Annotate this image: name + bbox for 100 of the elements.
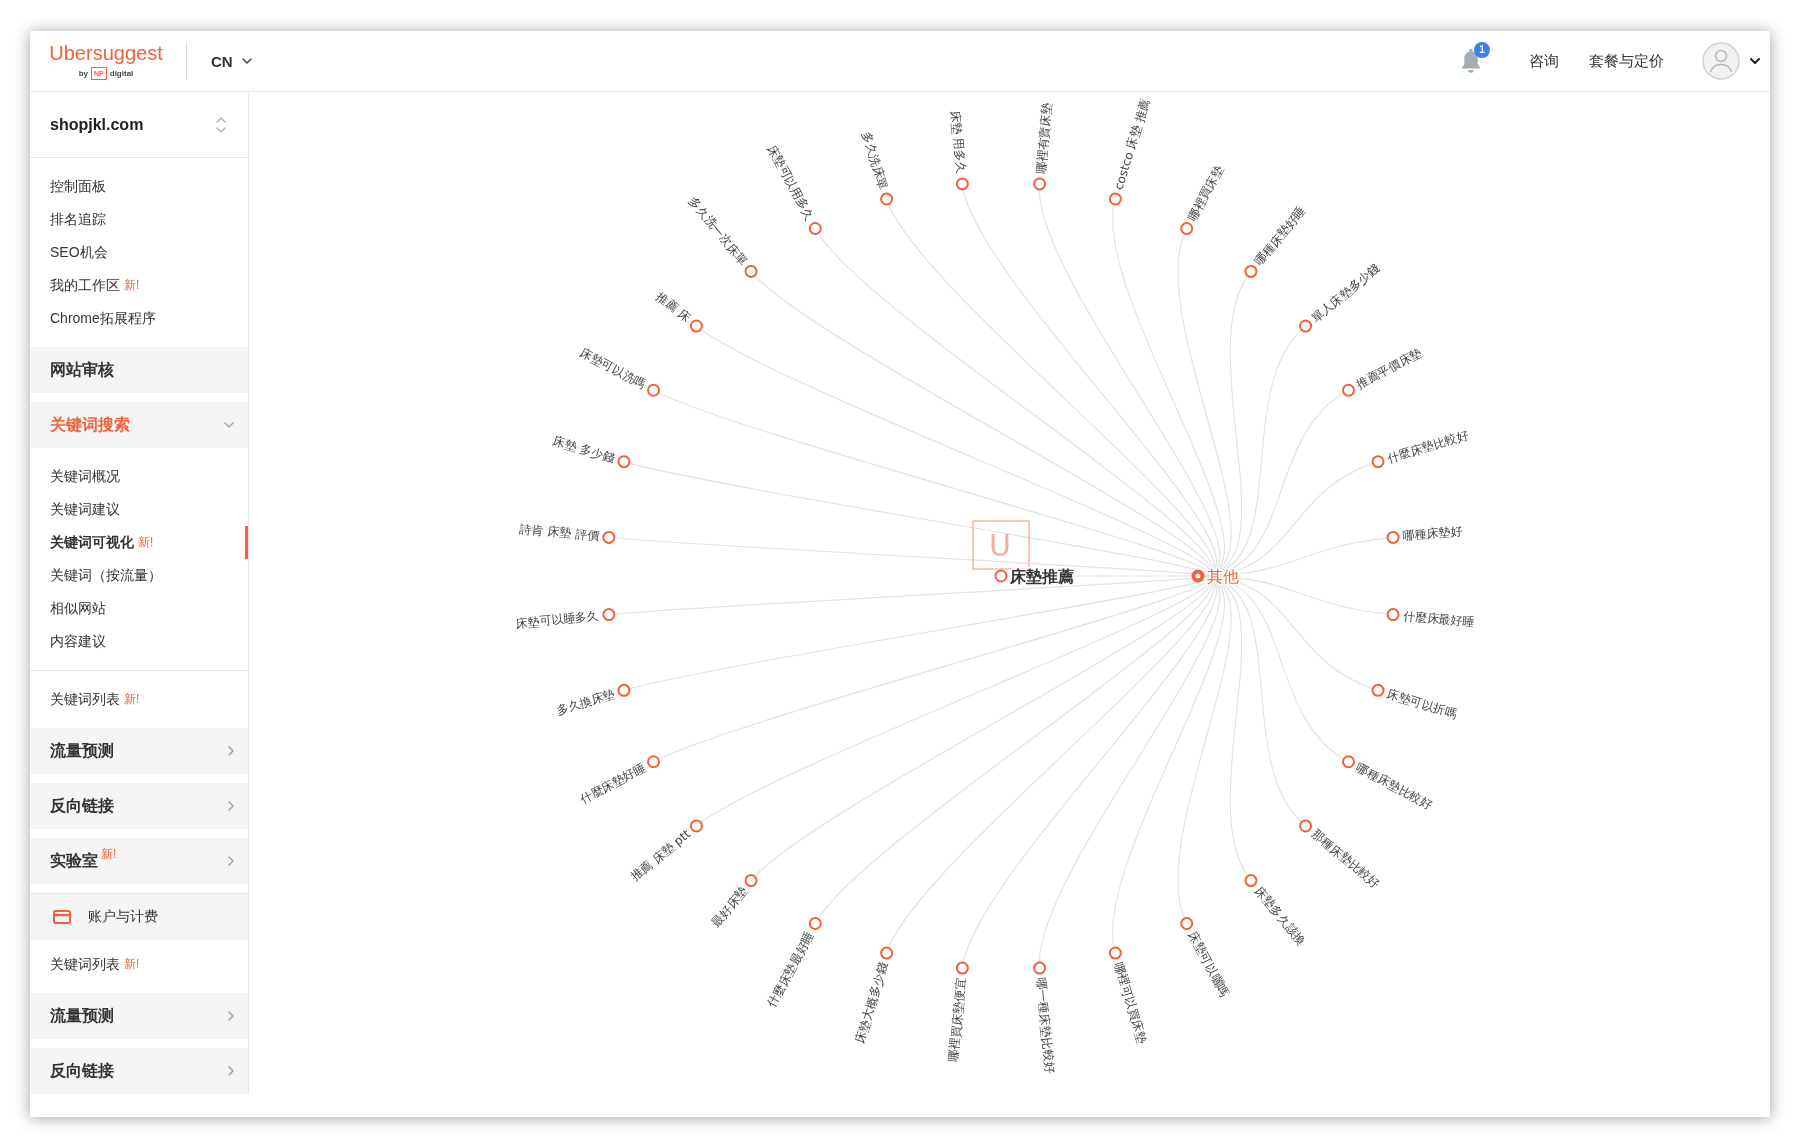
node-ring-icon — [994, 569, 1008, 583]
node-ring-icon — [1342, 383, 1355, 397]
node-ring-icon — [1108, 946, 1122, 960]
keyword-label: 哪種床墊比較好 — [1354, 760, 1435, 813]
chevron-right-icon — [228, 746, 234, 756]
new-label: 新! — [124, 956, 140, 973]
sidebar-item[interactable]: 关键词可视化 新! — [30, 526, 248, 559]
chevron-right-icon — [228, 856, 234, 866]
node-ring-icon — [1180, 222, 1194, 235]
sidebar-item[interactable]: 排名追踪 — [30, 203, 248, 236]
node-ring-icon — [880, 946, 894, 960]
project-selector[interactable]: shopjkl.com — [30, 92, 248, 158]
node-ring-icon — [1386, 530, 1400, 544]
chevron-right-icon — [228, 1066, 234, 1076]
node-ring-icon — [808, 222, 822, 235]
new-label: 新! — [124, 691, 140, 708]
keyword-label: 哪種床墊好睡 — [1251, 203, 1309, 269]
node-ring-icon — [808, 917, 822, 930]
node-ring-icon — [1371, 455, 1385, 469]
keyword-label: 推薦 床墊 ptt — [628, 826, 694, 884]
logo-byline-text: digital — [109, 68, 134, 79]
sidebar-item[interactable]: 关键词概况 — [30, 460, 248, 493]
keyword-label: 多久洗床單 — [859, 129, 891, 192]
keyword-label: 多久換床墊 — [554, 686, 617, 718]
keyword-label: 什麼床墊最好睡 — [764, 929, 817, 1010]
sidebar-item[interactable]: 关键词列表 新! — [30, 948, 248, 981]
sidebar-item[interactable]: 关键词建议 — [30, 493, 248, 526]
keyword-label: 哪種床墊好 — [1402, 523, 1464, 544]
keyword-label: 詩肯 床墊 評價 — [519, 521, 600, 544]
keyword-label: 單人床墊多少錢 — [1308, 261, 1383, 326]
keyword-label: 哪裡有賣床墊 — [1033, 101, 1055, 175]
keyword-label: 床墊可以睡多久 — [514, 608, 600, 631]
node-ring-icon — [955, 961, 969, 975]
node-ring-icon — [1371, 683, 1385, 697]
sidebar-item[interactable]: 控制面板 — [30, 170, 248, 203]
keyword-label: 床墊可以洗嗎 — [577, 345, 648, 392]
keyword-label: 床墊可以用多久 — [764, 142, 817, 223]
up-down-chevron-icon — [216, 116, 226, 133]
node-ring-icon — [647, 755, 660, 769]
keyword-label: 床墊可以折嗎 — [1385, 686, 1459, 721]
chevron-right-icon — [228, 1011, 234, 1021]
new-label: 新! — [124, 277, 140, 294]
node-ring-icon — [1244, 264, 1258, 278]
sidebar-section-toggle[interactable]: 流量预测 — [30, 728, 248, 774]
node-ring-icon — [1108, 192, 1122, 206]
node-ring-icon — [1244, 874, 1258, 888]
node-ring-icon — [880, 192, 894, 206]
keyword-label: 推薦 床 — [653, 289, 694, 326]
logo-byline-text: by — [78, 68, 88, 79]
node-ring-icon — [1180, 917, 1194, 930]
node-ring-icon — [689, 819, 703, 833]
node-ring-icon — [617, 683, 631, 697]
keyword-label: 那種床墊比較好 — [1308, 826, 1383, 891]
sidebar-item[interactable]: 关键词列表 新! — [30, 683, 248, 716]
sidebar-section-toggle[interactable]: 流量预测 — [30, 993, 248, 1039]
keyword-label: 哪一種床墊比較好 — [1033, 977, 1057, 1075]
keyword-label: 床墊 用多久 — [948, 109, 969, 175]
sidebar-item[interactable]: 相似网站 — [30, 592, 248, 625]
node-dot-icon — [1191, 569, 1205, 583]
keyword-label: 哪裡買床墊 — [1185, 163, 1226, 223]
keyword-label: costco 床墊 推薦 — [1111, 96, 1153, 192]
keyword-label: 哪裡可以買床墊 — [1111, 960, 1150, 1045]
node-ring-icon — [647, 383, 660, 397]
node-ring-icon — [1386, 608, 1400, 622]
nav-link[interactable]: 咨询 — [1529, 51, 1559, 71]
node-ring-icon — [1299, 319, 1313, 333]
node-ring-icon — [602, 530, 616, 544]
keyword-label: 床墊多久該換 — [1251, 883, 1309, 949]
keyword-label: 哪裡買床墊便宜 — [946, 977, 969, 1063]
nav-link[interactable]: 套餐与定价 — [1589, 51, 1664, 71]
node-ring-icon — [955, 177, 969, 191]
language-dropdown[interactable]: CN — [211, 52, 252, 70]
sidebar-section-link[interactable]: 网站审核 — [30, 347, 248, 393]
node-ring-icon — [744, 264, 758, 278]
node-ring-icon — [1342, 755, 1355, 769]
keyword-label: 多久洗一次床單 — [686, 194, 751, 269]
sidebar-section-toggle[interactable]: 反向链接 — [30, 1048, 248, 1094]
sidebar-item[interactable]: 内容建议 — [30, 625, 248, 658]
sidebar-item[interactable]: 我的工作区 新! — [30, 269, 248, 302]
keyword-label: 床墊大概多少錢 — [852, 960, 891, 1045]
node-ring-icon — [1299, 819, 1313, 833]
node-ring-icon — [602, 608, 616, 622]
node-ring-icon — [1033, 961, 1047, 975]
group-keyword-label: 其他 — [1207, 566, 1239, 586]
chevron-down-icon — [224, 422, 234, 428]
notification-count-badge: 1 — [1474, 42, 1490, 58]
account-billing-link[interactable]: 账户与计费 — [30, 893, 248, 940]
sidebar-item[interactable]: SEO机会 — [30, 236, 248, 269]
sidebar-item[interactable]: Chrome拓展程序 — [30, 302, 248, 335]
node-ring-icon — [617, 455, 631, 469]
keyword-label: 什麼床墊好睡 — [577, 760, 648, 807]
caret-icon[interactable] — [1750, 58, 1760, 64]
bell-icon[interactable] — [1460, 48, 1482, 74]
keyword-label: 什麼床最好睡 — [1402, 608, 1476, 630]
node-ring-icon — [1033, 177, 1047, 191]
sidebar-item[interactable]: 关键词（按流量） — [30, 559, 248, 592]
caret-icon — [241, 58, 252, 64]
sidebar-section-toggle[interactable]: 反向链接 — [30, 783, 248, 829]
avatar-icon[interactable] — [1702, 42, 1740, 80]
keyword-label: 床墊 多少錢 — [551, 433, 617, 466]
